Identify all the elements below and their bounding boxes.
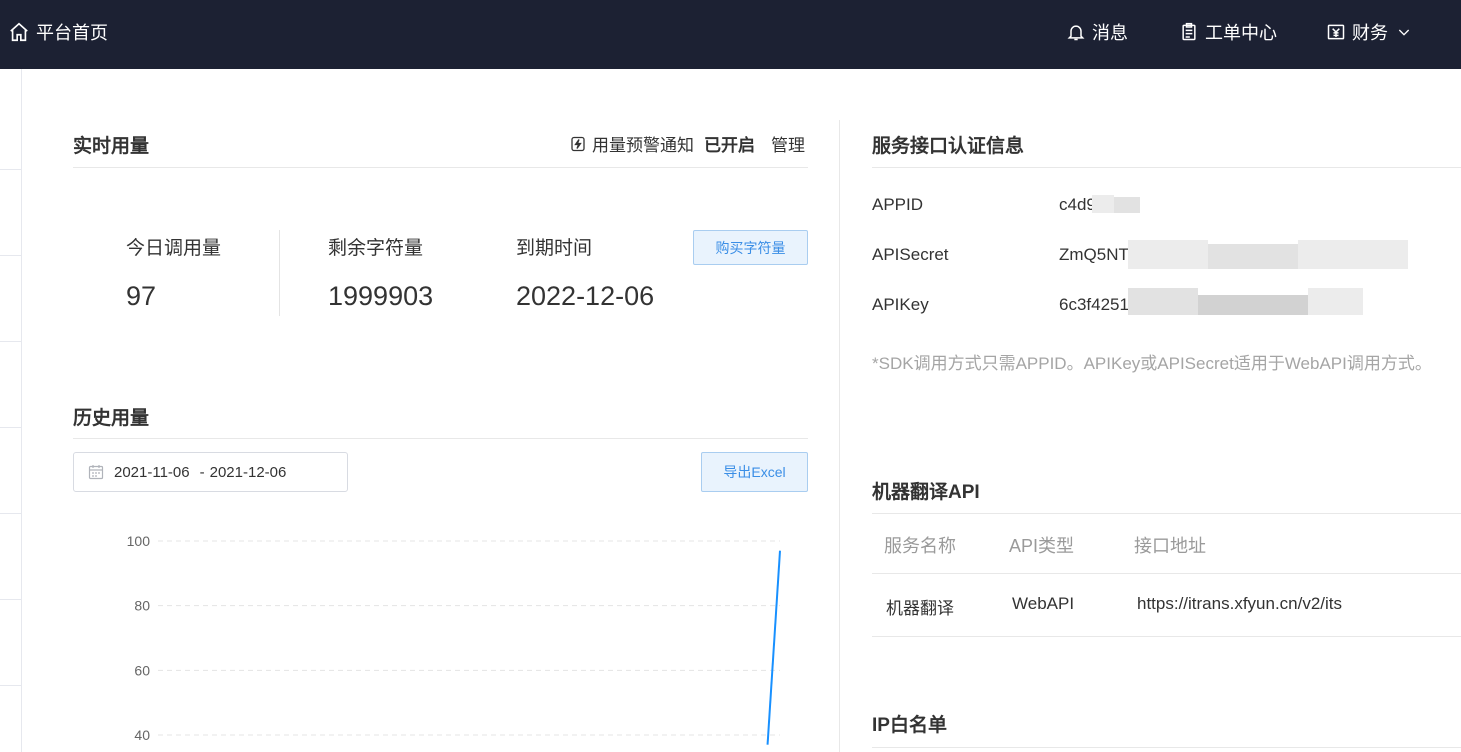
chart-y-tick-label: 80 [134,598,150,614]
calendar-icon [88,465,104,480]
stat-separator [279,230,280,316]
table-cell-url[interactable]: https://itrans.xfyun.cn/v2/its [1137,594,1342,614]
bell-icon [1067,25,1085,41]
auth-info-title: 服务接口认证信息 [872,136,1025,157]
table-header-type: API类型 [1009,536,1075,556]
section-divider [73,438,808,439]
alert-label: 用量预警通知 [592,136,694,155]
redaction-block [1308,288,1363,315]
sidebar-divider [0,427,22,428]
history-usage-title: 历史用量 [73,408,150,429]
date-end: 2021-12-06 [209,463,287,481]
appid-label: APPID [872,195,924,214]
section-divider [872,747,1461,748]
buy-chars-button[interactable]: 购买字符量 [693,230,808,265]
redaction-block [1114,197,1140,213]
sidebar-divider [0,685,22,686]
table-header-url: 接口地址 [1134,536,1206,556]
section-divider [872,167,1461,168]
table-cell-name: 机器翻译 [886,599,954,618]
nav-label: 消息 [1092,23,1128,43]
chart-y-tick-label: 40 [134,727,150,743]
home-icon [10,22,28,42]
redaction-block [1208,244,1298,269]
column-divider [839,120,840,752]
realtime-usage-title: 实时用量 [73,136,150,157]
nav-label: 工单中心 [1205,23,1277,43]
redaction-block [1128,288,1198,315]
chart-y-tick-label: 100 [127,533,151,549]
apisecret-label: APISecret [872,245,949,264]
nav-tickets[interactable]: 工单中心 [1179,19,1277,45]
apikey-label: APIKey [872,295,929,314]
auth-note: *SDK调用方式只需APPID。APIKey或APISecret适用于WebAP… [872,354,1432,373]
top-navbar: 平台首页 消息 工单中心 财务 [0,0,1461,69]
stat-label-today-calls: 今日调用量 [126,238,222,259]
stat-label-remaining-chars: 剩余字符量 [328,238,424,259]
alert-status: 已开启 [704,136,755,155]
date-range-picker[interactable]: 2021-11-06 - 2021-12-06 [73,452,348,492]
left-sidebar-edge [0,69,22,752]
redaction-block [1092,195,1114,213]
date-start: 2021-11-06 [114,463,190,481]
mt-api-title: 机器翻译API [872,482,980,503]
redaction-block [1198,295,1308,315]
table-header-name: 服务名称 [884,536,956,556]
stat-value-expiry: 2022-12-06 [516,281,655,311]
sidebar-divider [0,255,22,256]
redaction-block [1298,240,1408,269]
chevron-down-icon [1398,29,1410,36]
history-usage-chart: 100 80 60 40 [127,533,781,745]
usage-alert: 用量预警通知 已开启 管理 [570,131,805,156]
sidebar-divider [0,169,22,170]
export-excel-button[interactable]: 导出Excel [701,452,808,492]
lightning-icon [571,136,585,151]
home-link[interactable]: 平台首页 [8,19,108,45]
clipboard-icon [1182,22,1196,41]
sidebar-divider [0,513,22,514]
apikey-value[interactable]: 6c3f4251 [1059,295,1129,315]
chart-y-tick-label: 60 [134,662,150,678]
nav-messages[interactable]: 消息 [1066,19,1128,45]
stat-value-today-calls: 97 [126,281,157,311]
chart-series-line [766,550,781,745]
home-label: 平台首页 [36,23,108,43]
yen-icon [1327,24,1345,40]
redaction-block [1128,240,1208,269]
section-divider [73,167,808,168]
table-row-divider [872,573,1461,574]
table-cell-type: WebAPI [1012,594,1075,613]
nav-finance[interactable]: 财务 [1326,19,1412,45]
section-divider [872,513,1461,514]
table-row-divider [872,636,1461,637]
ip-whitelist-title: IP白名单 [872,715,947,736]
stat-label-expiry: 到期时间 [516,238,593,259]
manage-link[interactable]: 管理 [771,131,805,156]
apisecret-value[interactable]: ZmQ5NT [1059,245,1129,265]
date-separator: - [199,463,205,481]
appid-value[interactable]: c4d9 [1059,195,1096,215]
sidebar-divider [0,341,22,342]
stat-value-remaining-chars: 1999903 [328,281,434,311]
nav-label: 财务 [1352,23,1388,43]
sidebar-divider [0,599,22,600]
